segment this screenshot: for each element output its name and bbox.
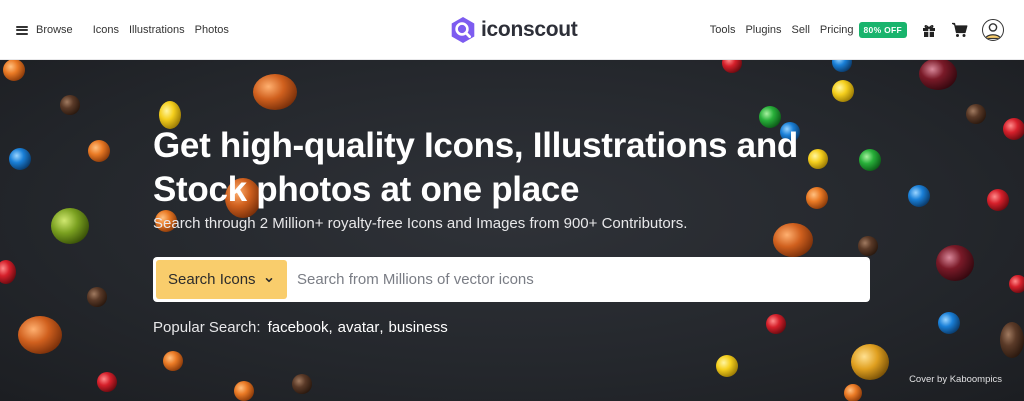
chevron-down-icon [265, 277, 272, 282]
hero-banner: Get high-quality Icons, Illustrations an… [0, 60, 1024, 401]
nav-links: Icons Illustrations Photos [93, 24, 239, 36]
logo[interactable]: iconscout [449, 15, 578, 45]
popular-term-facebook[interactable]: facebook [268, 319, 329, 336]
hero-subline: Search through 2 Million+ royalty-free I… [153, 215, 688, 232]
popular-term-business[interactable]: business [389, 319, 448, 336]
cart-icon[interactable] [951, 22, 968, 38]
nav-link-illustrations[interactable]: Illustrations [129, 24, 185, 36]
popular-term-avatar[interactable]: avatar [338, 319, 380, 336]
nav-link-tools[interactable]: Tools [710, 24, 736, 36]
discount-badge[interactable]: 80% OFF [858, 22, 907, 38]
gift-icon[interactable] [921, 22, 937, 38]
search-input[interactable] [297, 260, 870, 299]
nav-link-pricing[interactable]: Pricing [820, 24, 854, 36]
browse-button[interactable]: Browse [16, 24, 73, 36]
browse-label: Browse [36, 24, 73, 36]
hamburger-icon [16, 25, 28, 35]
search-category-label: Search Icons [168, 271, 256, 288]
popular-search-label: Popular Search: [153, 319, 261, 336]
nav-link-icons[interactable]: Icons [93, 24, 119, 36]
logo-text: iconscout [481, 18, 578, 41]
search-category-dropdown[interactable]: Search Icons [156, 260, 287, 299]
separator: , [328, 319, 333, 336]
nav-link-plugins[interactable]: Plugins [745, 24, 781, 36]
separator: , [379, 319, 384, 336]
top-navbar: Browse Icons Illustrations Photos iconsc… [0, 0, 1024, 60]
hero-headline: Get high-quality Icons, Illustrations an… [153, 126, 798, 209]
nav-link-sell[interactable]: Sell [792, 24, 810, 36]
nav-link-photos[interactable]: Photos [195, 24, 229, 36]
nav-left: Browse Icons Illustrations Photos [16, 0, 239, 60]
nav-right: Tools Plugins Sell Pricing 80% OFF [710, 0, 1004, 60]
avatar [982, 19, 1004, 41]
popular-search: Popular Search: facebook, avatar, busine… [153, 319, 448, 336]
popular-search-terms: facebook, avatar, business [268, 319, 448, 336]
user-avatar-icon[interactable] [982, 19, 1004, 41]
iconscout-logo-icon [451, 17, 475, 43]
cover-credit[interactable]: Cover by Kaboompics [909, 374, 1002, 385]
search-bar: Search Icons [153, 257, 870, 302]
